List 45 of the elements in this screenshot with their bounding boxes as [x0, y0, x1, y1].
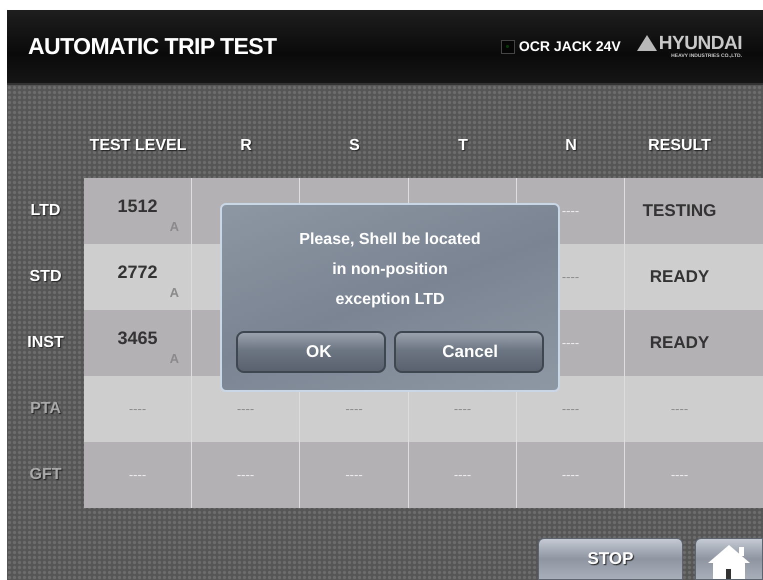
- table-cell-text: ----: [128, 466, 146, 484]
- dialog-message-line: exception LTD: [335, 290, 445, 310]
- logo-text: HYUNDAI: [658, 34, 742, 53]
- table-cell-text: ----: [562, 400, 580, 418]
- row-label: LTD: [30, 201, 60, 221]
- table-cell-text: ----: [562, 268, 580, 286]
- row-label: INST: [27, 333, 64, 353]
- column-header: RESULT: [647, 136, 712, 156]
- column-header: R: [239, 136, 253, 156]
- dialog-message-line: Please, Shell be located: [299, 230, 481, 250]
- home-button[interactable]: [695, 538, 763, 580]
- test-level-value: 1512: [117, 194, 158, 218]
- table-cell-text: ----: [236, 400, 254, 418]
- result-cell-text: READY: [650, 266, 710, 288]
- table-cell-text: ----: [562, 334, 580, 352]
- table-cell-text: ----: [562, 466, 580, 484]
- dialog-message-line: in non-position: [332, 260, 448, 280]
- dialog-button[interactable]: OK: [236, 331, 386, 373]
- column-header: S: [348, 136, 361, 156]
- test-level-value: 3465: [117, 326, 158, 350]
- table-cell-text: ----: [454, 466, 472, 484]
- result-cell-text: ----: [670, 400, 688, 418]
- result-cell-text: TESTING: [642, 200, 716, 222]
- home-icon: [706, 543, 752, 579]
- row-label: GFT: [30, 465, 62, 485]
- page-title: AUTOMATIC TRIP TEST: [28, 32, 276, 62]
- row-label: STD: [30, 267, 62, 287]
- table-cell-text: ----: [345, 466, 363, 484]
- row-label: PTA: [30, 399, 61, 419]
- triangle-logo-icon: [636, 35, 657, 51]
- table-cell-text: ----: [562, 202, 580, 220]
- stop-button[interactable]: STOP: [538, 538, 683, 580]
- column-header: N: [564, 136, 578, 156]
- column-header: T: [457, 136, 469, 156]
- indicator-label: OCR JACK 24V: [518, 37, 621, 56]
- test-level-value: 2772: [117, 260, 158, 284]
- result-cell-text: READY: [650, 332, 710, 354]
- table-cell-text: ----: [128, 400, 146, 418]
- table-cell-text: ----: [345, 400, 363, 418]
- table-cell-text: ----: [454, 400, 472, 418]
- column-header: TEST LEVEL: [88, 136, 188, 156]
- table-cell-text: ----: [236, 466, 254, 484]
- unit-label: A: [170, 284, 179, 302]
- result-cell-text: ----: [670, 466, 688, 484]
- dialog-button[interactable]: Cancel: [394, 331, 544, 373]
